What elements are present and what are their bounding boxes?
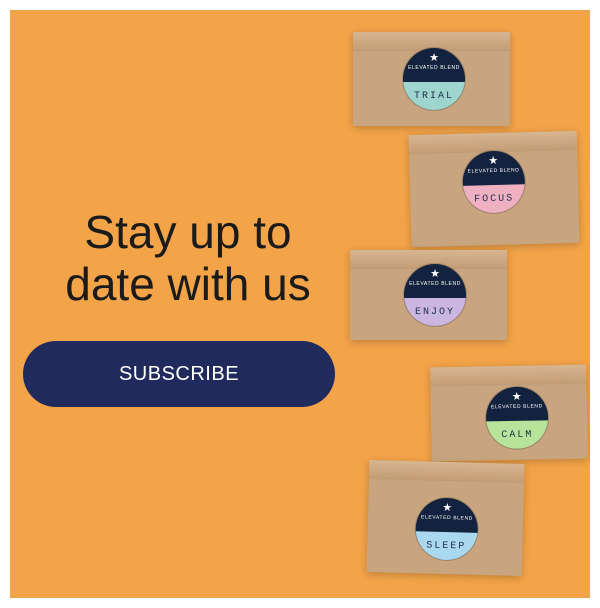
headline: Stay up to date with us (28, 206, 348, 310)
star-icon: ★ (442, 501, 453, 515)
subscribe-button[interactable]: SUBSCRIBE (23, 341, 335, 407)
box-focus: ★ ELEVATED BLEND FOCUS (408, 130, 580, 248)
box-top (368, 459, 525, 484)
label-name: SLEEP (414, 531, 478, 561)
box-label-trial: ★ ELEVATED BLEND TRIAL (403, 48, 465, 110)
headline-line-1: Stay up to (84, 206, 292, 258)
promo-banner: Stay up to date with us SUBSCRIBE ★ ELEV… (10, 10, 590, 598)
brand-text: ELEVATED BLEND (490, 403, 543, 411)
box-label-calm: ★ ELEVATED BLEND CALM (485, 386, 549, 450)
headline-line-2: date with us (65, 258, 311, 310)
box-sleep: ★ ELEVATED BLEND SLEEP (366, 459, 525, 577)
label-name: ENJOY (404, 298, 466, 326)
box-label-sleep: ★ ELEVATED BLEND SLEEP (414, 497, 479, 561)
star-icon: ★ (511, 390, 522, 403)
brand-text: ELEVATED BLEND (467, 167, 520, 175)
box-trial: ★ ELEVATED BLEND TRIAL (353, 32, 510, 126)
brand-text: ELEVATED BLEND (408, 65, 460, 71)
box-label-enjoy: ★ ELEVATED BLEND ENJOY (404, 264, 466, 326)
label-name: TRIAL (403, 82, 465, 110)
brand-text: ELEVATED BLEND (421, 514, 473, 522)
label-name: FOCUS (462, 184, 526, 214)
brand-text: ELEVATED BLEND (409, 281, 461, 287)
label-name: CALM (486, 420, 549, 450)
box-top (430, 364, 587, 387)
box-calm: ★ ELEVATED BLEND CALM (430, 364, 588, 462)
star-icon: ★ (429, 52, 439, 64)
star-icon: ★ (488, 154, 499, 168)
box-label-focus: ★ ELEVATED BLEND FOCUS (462, 150, 526, 214)
star-icon: ★ (430, 268, 440, 280)
box-enjoy: ★ ELEVATED BLEND ENJOY (350, 250, 507, 340)
